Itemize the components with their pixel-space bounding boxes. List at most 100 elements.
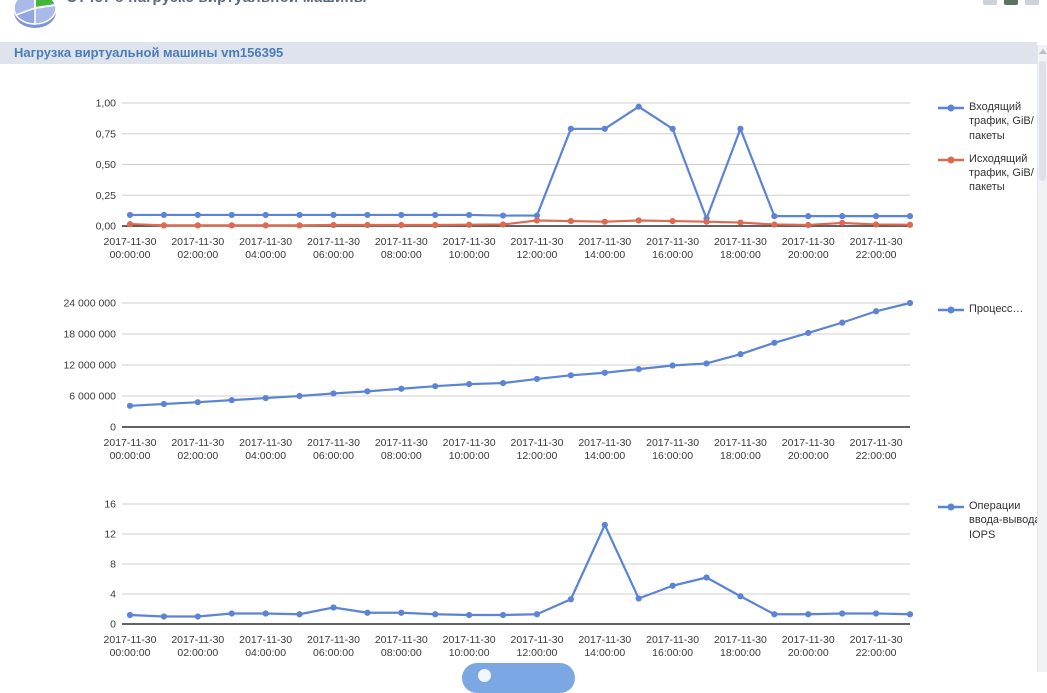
data-point	[229, 222, 235, 228]
data-point	[127, 403, 133, 409]
data-point	[534, 611, 540, 617]
cpu-chart-legend: Процесс…	[938, 288, 1044, 325]
x-tick-time: 04:00:00	[245, 647, 286, 659]
x-tick-date: 2017-11-30	[307, 634, 360, 646]
x-tick-time: 04:00:00	[245, 249, 286, 261]
x-tick-time: 00:00:00	[110, 647, 151, 659]
header-toolbar	[983, 0, 1039, 5]
header-toolbar-icon[interactable]	[983, 0, 997, 5]
x-tick-time: 12:00:00	[517, 647, 558, 659]
data-point	[364, 212, 370, 218]
x-tick-date: 2017-11-30	[646, 236, 699, 248]
data-point	[161, 401, 167, 407]
legend-item[interactable]: Исходящий трафик, GiB/пакеты	[938, 152, 1044, 195]
x-tick-time: 22:00:00	[856, 450, 897, 462]
iops-chart: 04812162017-11-3000:00:002017-11-3002:00…	[38, 489, 1044, 664]
header-toolbar-icon[interactable]	[1004, 0, 1018, 5]
vertical-scrollbar[interactable]	[1037, 45, 1047, 672]
y-tick-label: 6 000 000	[69, 391, 116, 403]
x-tick-date: 2017-11-30	[714, 437, 767, 449]
data-point	[500, 380, 506, 386]
y-tick-label: 1,00	[96, 98, 117, 110]
report-header: Отчет о нагрузке виртуальной машины	[0, 0, 1047, 40]
series-line	[130, 220, 910, 225]
data-point	[466, 212, 472, 218]
series-line	[130, 525, 910, 617]
x-tick-date: 2017-11-30	[578, 634, 631, 646]
data-point	[466, 222, 472, 228]
x-tick-time: 02:00:00	[177, 450, 218, 462]
legend-item[interactable]: Процесс…	[938, 302, 1044, 316]
data-point	[873, 610, 879, 616]
legend-item[interactable]: Входящий трафик, GiB/пакеты	[938, 100, 1044, 143]
data-point	[330, 222, 336, 228]
x-tick-time: 20:00:00	[788, 450, 829, 462]
y-tick-label: 18 000 000	[63, 329, 116, 341]
data-point	[602, 126, 608, 132]
traffic-chart-canvas: 0,000,250,500,751,002017-11-3000:00:0020…	[38, 88, 938, 263]
data-point	[839, 320, 845, 326]
x-tick-time: 02:00:00	[177, 647, 218, 659]
x-tick-date: 2017-11-30	[510, 634, 563, 646]
x-tick-date: 2017-11-30	[782, 236, 835, 248]
y-tick-label: 0	[110, 422, 116, 434]
legend-item[interactable]: Операции ввода-вывода, IOPS	[938, 499, 1044, 542]
y-tick-label: 0	[110, 619, 116, 631]
x-tick-date: 2017-11-30	[850, 437, 903, 449]
data-point	[703, 360, 709, 366]
data-point	[737, 351, 743, 357]
data-point	[568, 596, 574, 602]
data-point	[398, 386, 404, 392]
y-tick-label: 0,50	[96, 159, 117, 171]
data-point	[805, 330, 811, 336]
series-line	[130, 303, 910, 406]
x-tick-date: 2017-11-30	[239, 437, 292, 449]
data-point	[636, 366, 642, 372]
data-point	[229, 610, 235, 616]
x-tick-time: 02:00:00	[177, 249, 218, 261]
x-tick-time: 20:00:00	[788, 249, 829, 261]
header-toolbar-icon[interactable]	[1025, 0, 1039, 5]
x-tick-date: 2017-11-30	[375, 634, 428, 646]
data-point	[263, 610, 269, 616]
x-tick-time: 14:00:00	[584, 249, 625, 261]
data-point	[364, 388, 370, 394]
x-tick-time: 08:00:00	[381, 647, 422, 659]
data-point	[229, 212, 235, 218]
x-tick-date: 2017-11-30	[714, 634, 767, 646]
scrollbar-thumb[interactable]	[1039, 61, 1046, 181]
data-point	[703, 574, 709, 580]
x-tick-date: 2017-11-30	[850, 236, 903, 248]
x-tick-date: 2017-11-30	[646, 634, 699, 646]
data-point	[161, 212, 167, 218]
x-tick-date: 2017-11-30	[375, 437, 428, 449]
x-tick-date: 2017-11-30	[850, 634, 903, 646]
data-point	[907, 213, 913, 219]
data-point	[636, 595, 642, 601]
x-tick-date: 2017-11-30	[646, 437, 699, 449]
data-point	[602, 219, 608, 225]
x-tick-date: 2017-11-30	[510, 236, 563, 248]
x-tick-date: 2017-11-30	[443, 634, 496, 646]
data-point	[161, 613, 167, 619]
scroll-up-icon[interactable]	[1039, 49, 1047, 54]
report-title: Отчет о нагрузке виртуальной машины	[66, 0, 367, 6]
series-line	[130, 107, 910, 219]
data-point	[229, 397, 235, 403]
data-point	[771, 221, 777, 227]
x-tick-time: 18:00:00	[720, 249, 761, 261]
y-tick-label: 4	[110, 589, 116, 601]
legend-marker-icon	[938, 155, 964, 165]
x-tick-time: 16:00:00	[652, 450, 693, 462]
data-point	[670, 362, 676, 368]
x-tick-time: 04:00:00	[245, 450, 286, 462]
data-point	[296, 393, 302, 399]
data-point	[737, 126, 743, 132]
x-tick-date: 2017-11-30	[510, 437, 563, 449]
bottom-action-button[interactable]	[462, 663, 575, 693]
x-tick-date: 2017-11-30	[307, 437, 360, 449]
x-tick-time: 06:00:00	[313, 249, 354, 261]
x-tick-time: 08:00:00	[381, 450, 422, 462]
legend-marker-icon	[938, 305, 964, 315]
data-point	[263, 395, 269, 401]
